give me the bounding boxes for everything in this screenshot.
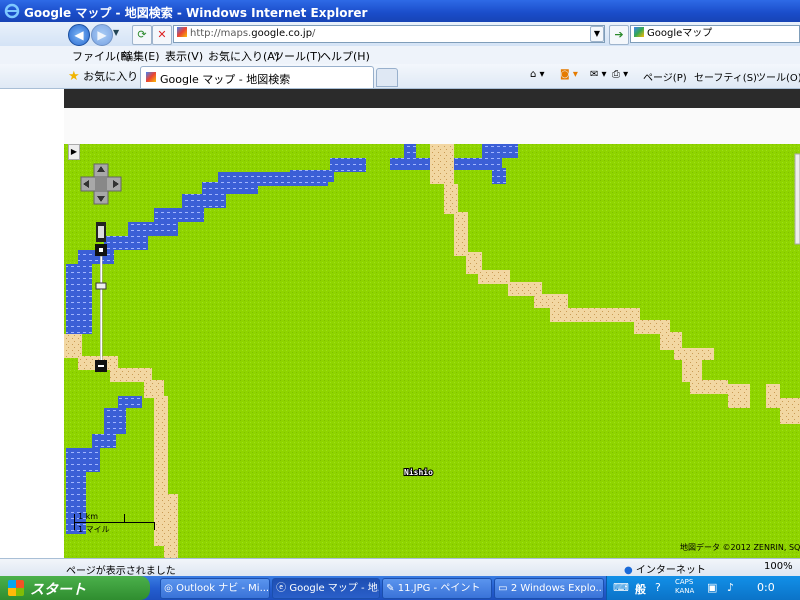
search-text: Googleマップ [647, 28, 713, 39]
task-explorer[interactable]: ▭ 2 Windows Explo... [494, 578, 604, 599]
safety-menu[interactable]: セーフティ(S) [694, 69, 757, 84]
print-icon[interactable]: ⎙ ▾ [612, 69, 628, 80]
clock: 0:0 [757, 581, 775, 594]
task-paint-label: 11.JPG - ペイント [397, 583, 481, 594]
zoom-slider-thumb[interactable] [95, 282, 107, 290]
window-title: Google マップ - 地図検索 - Windows Internet Exp… [24, 6, 368, 20]
security-zone: ● インターネット [624, 561, 706, 576]
zoom-level[interactable]: 100% [764, 561, 793, 572]
start-label: スタート [30, 582, 86, 598]
mail-icon[interactable]: ✉ ▾ [590, 69, 607, 80]
menu-edit[interactable]: 編集(E) [122, 48, 160, 64]
task-explorer-label: 2 Windows Explo... [510, 583, 604, 594]
task-outlook[interactable]: ◎ Outlook ナビ - Mi... [160, 578, 270, 599]
help-icon[interactable]: ? [655, 581, 661, 594]
browser-tab[interactable]: Google マップ - 地図検索 [140, 66, 374, 88]
zone-label: インターネット [635, 565, 706, 576]
kana-label: KANA [675, 587, 695, 595]
url-suffix: / [312, 28, 316, 39]
forward-button[interactable]: ▶ [91, 24, 113, 46]
volume-icon[interactable]: ♪ [727, 581, 734, 594]
page-menu[interactable]: ページ(P) [643, 69, 687, 84]
refresh-button[interactable]: ⟳ [132, 25, 152, 45]
favorites-bar: ★ お気に入り Google マップ - 地図検索 ⌂ ▾ ◙ ▾ ✉ ▾ ⎙ … [0, 64, 800, 89]
system-tray: ⌨ 般 ? CAPS KANA ▣ ♪ 0:0 [606, 576, 800, 600]
home-icon[interactable]: ⌂ ▾ [530, 69, 545, 80]
page-left-margin [0, 89, 64, 559]
menu-view[interactable]: 表示(V) [165, 48, 203, 64]
google-search-header [64, 108, 800, 145]
new-tab-button[interactable] [376, 68, 398, 87]
task-ie[interactable]: ⓔ Google マップ - 地... [272, 578, 380, 599]
window-titlebar: Google マップ - 地図検索 - Windows Internet Exp… [0, 0, 800, 22]
address-dropdown-icon[interactable]: ▼ [590, 26, 604, 42]
status-text: ページが表示されました [66, 566, 176, 577]
menu-tools[interactable]: ツール(T) [273, 48, 321, 64]
back-button[interactable]: ◀ [68, 24, 90, 46]
task-ie-label: Google マップ - 地... [289, 583, 380, 594]
network-icon[interactable]: ▣ [707, 581, 717, 594]
lock-status: CAPS KANA [675, 578, 694, 596]
url-host: google.co.jp [251, 28, 313, 39]
menu-bar: ファイル(F) 編集(E) 表示(V) お気に入り(A) ツール(T) ヘルプ(… [0, 46, 800, 65]
task-outlook-label: Outlook ナビ - Mi... [176, 583, 270, 594]
search-input[interactable]: Googleマップ [630, 25, 800, 43]
google-search-icon [634, 27, 644, 37]
tab-title: Google マップ - 地図検索 [160, 73, 291, 86]
task-paint[interactable]: ✎ 11.JPG - ペイント [382, 578, 492, 599]
menu-help[interactable]: ヘルプ(H) [320, 48, 370, 64]
start-button[interactable]: スタート [0, 576, 150, 600]
url-prefix: http://maps. [190, 28, 252, 39]
place-label: Nishio [404, 467, 433, 477]
menu-favorites[interactable]: お気に入り(A) [208, 48, 279, 64]
history-dropdown-icon[interactable]: ▼ [113, 28, 119, 37]
favorites-button[interactable]: ★ お気に入り [68, 68, 138, 84]
ime-mode[interactable]: 般 [635, 581, 646, 597]
caps-label: CAPS [675, 578, 694, 586]
tab-favicon-icon [146, 72, 156, 82]
zoom-slider-track[interactable] [99, 255, 103, 363]
scale-mile-label: 1 マイル [78, 525, 110, 534]
keyboard-icon[interactable]: ⌨ [613, 581, 629, 594]
google-top-bar [64, 89, 800, 108]
side-panel-toggle-icon[interactable]: ▶ [68, 144, 80, 160]
address-toolbar: ◀ ▶ ▼ ⟳ ✕ http://maps.google.co.jp/ ▼ ➔ … [0, 22, 800, 47]
globe-icon: ● [624, 565, 633, 576]
address-input[interactable]: http://maps.google.co.jp/ [173, 25, 605, 43]
scale-km-label: 1 km [78, 512, 98, 521]
map-canvas[interactable]: 1 km 1 マイル Nishio 地図データ ©2012 ZENRIN, SQ [64, 144, 800, 558]
map-copyright: 地図データ ©2012 ZENRIN, SQ [680, 542, 800, 552]
feeds-icon[interactable]: ◙ ▾ [560, 69, 578, 80]
map-type-control-edge[interactable] [794, 153, 800, 245]
go-button[interactable]: ➔ [609, 25, 629, 45]
site-favicon-icon [177, 27, 187, 37]
tools-menu[interactable]: ツール(O) [756, 69, 800, 84]
favorites-label: お気に入り [83, 70, 139, 83]
ie-logo-icon [4, 3, 20, 19]
windows-logo-icon [8, 580, 24, 596]
status-bar: ページが表示されました ● インターネット 100% [0, 558, 800, 577]
stop-button[interactable]: ✕ [152, 25, 172, 45]
star-icon: ★ [68, 69, 80, 84]
